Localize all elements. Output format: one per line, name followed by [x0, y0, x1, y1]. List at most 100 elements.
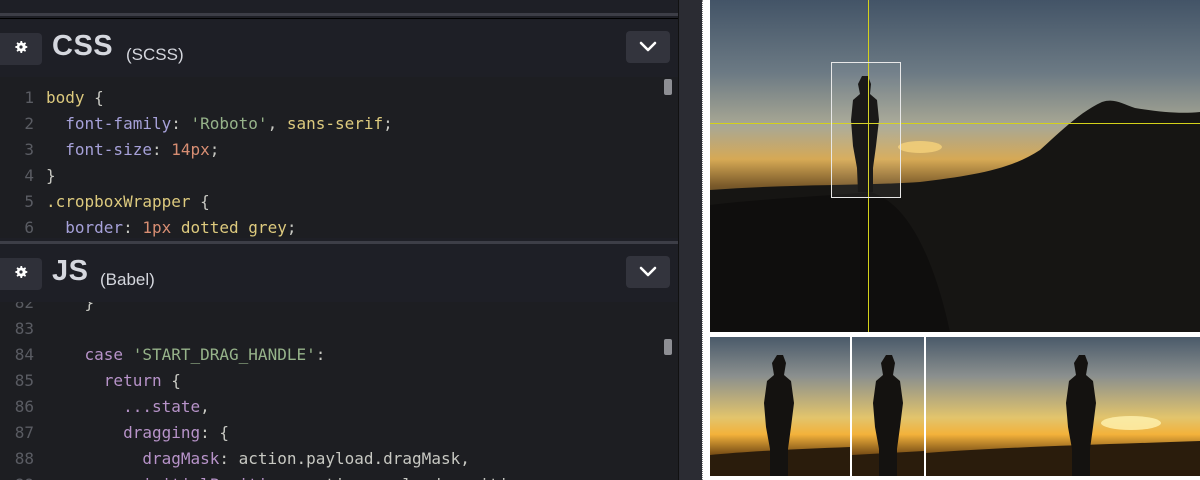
js-editor-panel: JS (Babel) 82 } 83 84 case 'START_DRAG_HAN…	[0, 241, 678, 480]
code-token: font-family	[46, 114, 172, 133]
mountain-silhouette	[710, 76, 1200, 332]
code-line[interactable]: 4}	[0, 163, 660, 189]
line-number: 2	[24, 114, 34, 133]
line-number: 1	[24, 88, 34, 107]
css-panel-title: CSS	[52, 30, 114, 62]
chevron-down-icon	[639, 263, 657, 282]
code-token: :	[315, 345, 326, 364]
css-panel-header: CSS (SCSS)	[0, 19, 678, 77]
code-token: }	[46, 166, 56, 185]
line-number: 83	[14, 319, 34, 338]
crop-preview-thumbnail	[710, 337, 850, 476]
crop-preview-thumbnail	[926, 337, 1200, 476]
code-token: ...state	[46, 397, 201, 416]
css-code-editor[interactable]: 1 body {2 font-family: 'Roboto', sans-ser…	[0, 77, 678, 238]
chevron-down-icon	[639, 38, 657, 57]
code-token: return	[46, 371, 172, 390]
code-text: }	[46, 163, 56, 189]
code-token: }	[46, 302, 95, 312]
source-image	[710, 0, 1200, 332]
crop-box[interactable]	[831, 62, 901, 198]
code-text: body {	[46, 85, 104, 111]
resize-divider[interactable]	[678, 0, 702, 480]
code-token: .cropboxWrapper	[46, 192, 191, 211]
code-line[interactable]: 89 initialPosition: action.payload.posit…	[0, 472, 660, 480]
code-token: ;	[209, 140, 220, 159]
code-line[interactable]: 5 .cropboxWrapper {	[0, 189, 660, 215]
js-code-editor[interactable]: 82 } 83 84 case 'START_DRAG_HANDLE': 85 ret…	[0, 302, 678, 480]
code-token: ;	[286, 218, 297, 237]
line-number: 3	[24, 140, 34, 159]
code-text: .cropboxWrapper {	[46, 189, 210, 215]
code-line[interactable]: 3 font-size: 14px;	[0, 137, 660, 163]
code-line[interactable]: 6 border: 1px dotted grey;	[0, 215, 660, 238]
code-line[interactable]: 1 body {	[0, 85, 660, 111]
code-token: case	[46, 345, 133, 364]
code-token: 'Roboto'	[190, 114, 268, 133]
js-collapse-button[interactable]	[626, 256, 670, 288]
code-token: 14px	[171, 140, 210, 159]
html-panel-collapsed[interactable]	[0, 0, 678, 16]
code-token: :	[171, 114, 191, 133]
code-token: :	[123, 218, 143, 237]
crop-preview-thumbnail	[852, 337, 924, 476]
js-panel-preprocessor: (Babel)	[100, 270, 155, 289]
code-token: {	[171, 371, 181, 390]
code-token: 1px	[142, 218, 172, 237]
line-number: 89	[0, 472, 34, 480]
code-token: {	[190, 192, 210, 211]
css-collapse-button[interactable]	[626, 31, 670, 63]
line-number: 86	[14, 397, 34, 416]
js-panel-header: JS (Babel)	[0, 244, 678, 302]
code-token: font-size	[46, 140, 152, 159]
line-number: 88	[14, 449, 34, 468]
line-number: 87	[14, 423, 34, 442]
code-token: dotted grey	[171, 218, 287, 237]
code-token: {	[84, 88, 104, 107]
code-token: ,	[200, 397, 210, 416]
code-line[interactable]: 83	[0, 316, 660, 342]
code-text: border: 1px dotted grey;	[46, 215, 296, 238]
js-settings-button[interactable]	[0, 258, 42, 290]
code-token: ;	[383, 114, 393, 133]
code-text: dragMask: action.payload.dragMask,	[46, 446, 470, 472]
horizontal-guide-line	[710, 123, 1200, 124]
line-number: 84	[14, 345, 34, 364]
code-line[interactable]: 86 ...state,	[0, 394, 660, 420]
code-token: : action.payload.position,	[287, 475, 537, 480]
code-token: sans-serif	[286, 114, 384, 133]
code-text: ...state,	[46, 394, 210, 420]
code-token: dragging	[46, 423, 201, 442]
line-number: 5	[24, 192, 34, 211]
code-token: : {	[200, 423, 230, 442]
js-scrollbar[interactable]	[664, 339, 672, 355]
code-text: return {	[46, 368, 181, 394]
editor-column: CSS (SCSS) 1 body {2 font-family: 'Roboto…	[0, 0, 678, 480]
code-line[interactable]: 84 case 'START_DRAG_HANDLE':	[0, 342, 660, 368]
code-token: 'START_DRAG_HANDLE'	[132, 345, 316, 364]
css-settings-button[interactable]	[0, 33, 42, 65]
css-scrollbar[interactable]	[664, 79, 672, 95]
code-token: ,	[267, 114, 287, 133]
code-text: initialPosition: action.payload.position…	[46, 472, 537, 480]
code-token: :	[151, 140, 172, 159]
line-number: 4	[24, 166, 34, 185]
code-token: initialPosition	[46, 475, 287, 480]
code-text: font-family: 'Roboto', sans-serif;	[46, 111, 393, 137]
gear-icon	[13, 39, 29, 59]
gear-icon	[13, 264, 29, 284]
code-line[interactable]: 82 }	[0, 302, 660, 316]
code-line[interactable]: 2 font-family: 'Roboto', sans-serif;	[0, 111, 660, 137]
code-token: body	[46, 88, 85, 107]
css-editor-panel: CSS (SCSS) 1 body {2 font-family: 'Roboto…	[0, 18, 678, 238]
code-text: }	[46, 302, 95, 316]
line-number: 82	[14, 302, 34, 312]
js-panel-title: JS	[52, 255, 89, 287]
css-panel-preprocessor: (SCSS)	[126, 45, 184, 64]
line-number: 85	[14, 371, 34, 390]
code-line[interactable]: 87 dragging: {	[0, 420, 660, 446]
line-number: 6	[24, 218, 34, 237]
code-line[interactable]: 85 return {	[0, 368, 660, 394]
code-text: font-size: 14px;	[46, 137, 219, 163]
code-line[interactable]: 88 dragMask: action.payload.dragMask,	[0, 446, 660, 472]
